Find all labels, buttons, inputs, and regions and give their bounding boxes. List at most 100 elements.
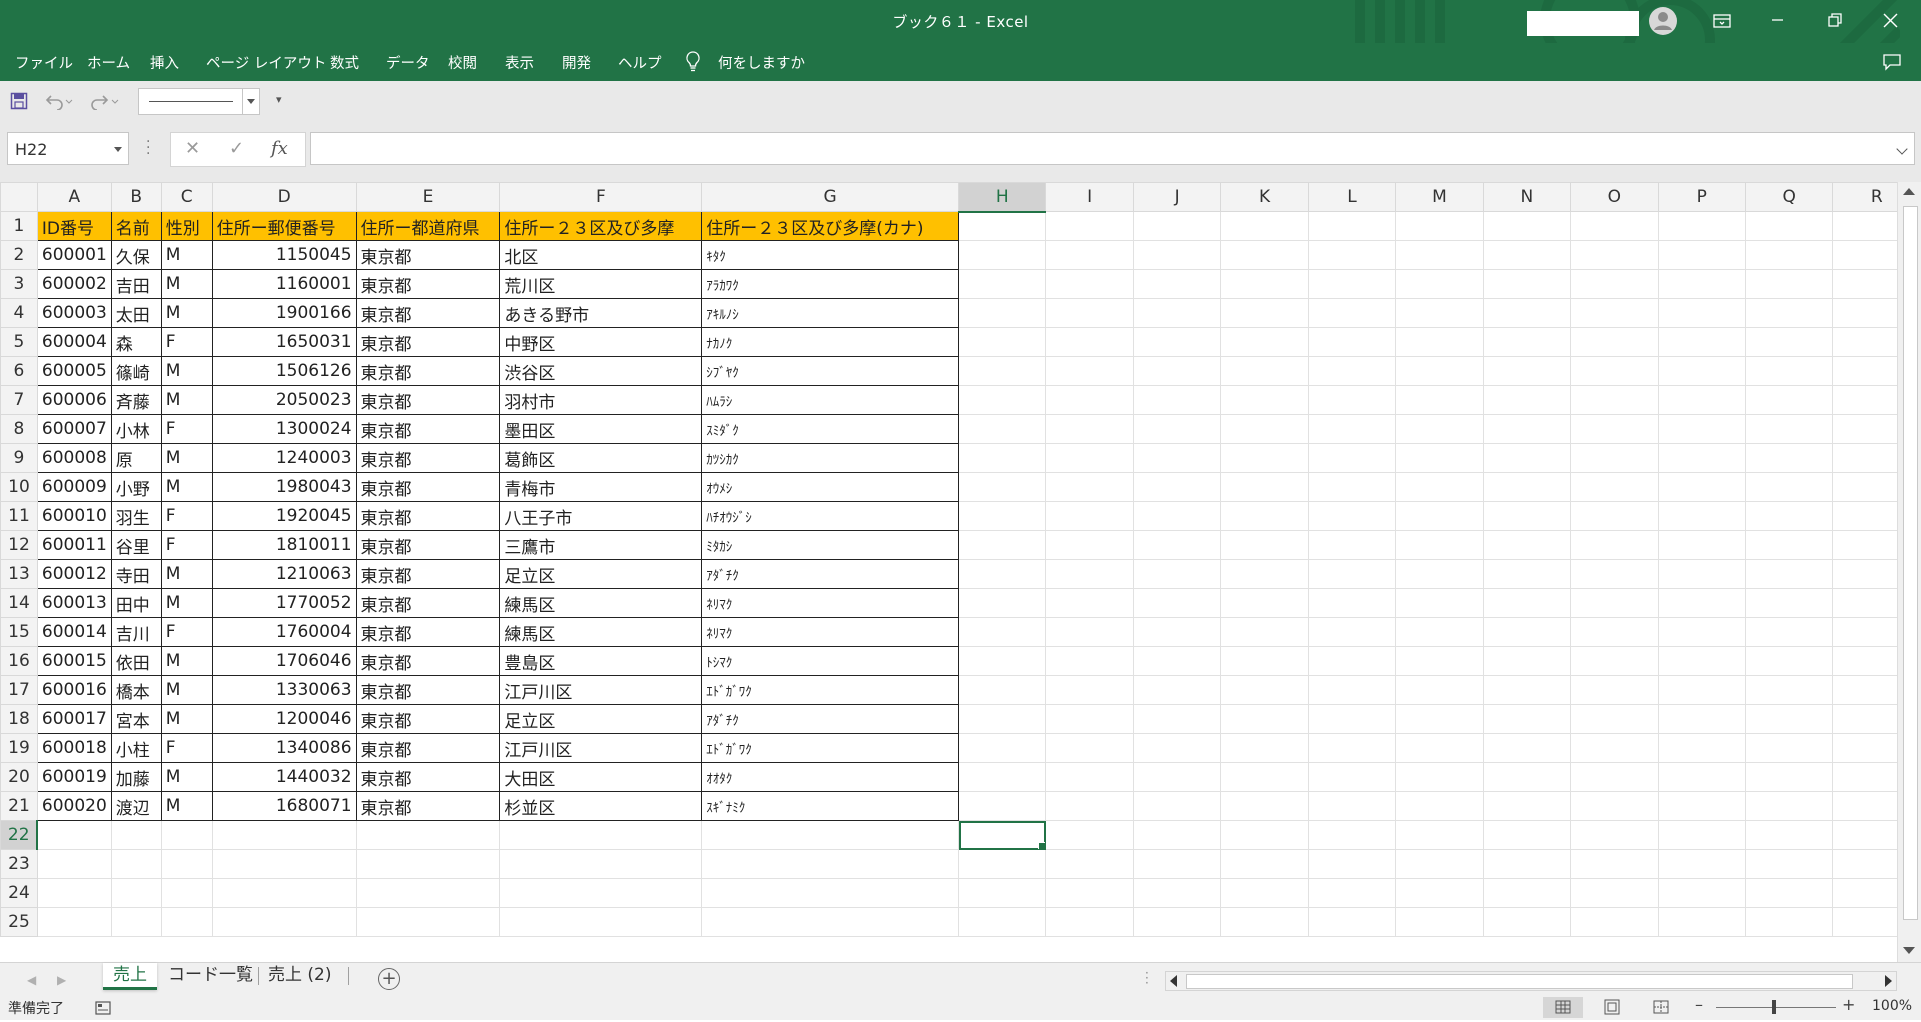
cell-e15[interactable]: 東京都 <box>355 617 501 647</box>
cell-p24[interactable] <box>1657 878 1746 908</box>
cell-g21[interactable]: ｽｷﾞﾅﾐｸ <box>701 791 960 821</box>
cell-f3[interactable]: 荒川区 <box>499 269 703 299</box>
cell-h21[interactable] <box>958 791 1047 821</box>
cell-j16[interactable] <box>1132 646 1222 676</box>
cell-c19[interactable]: F <box>160 733 213 763</box>
cell-j22[interactable] <box>1132 820 1222 850</box>
cell-a7[interactable]: 600006 <box>36 385 112 415</box>
cell-q5[interactable] <box>1744 327 1834 357</box>
cell-i8[interactable] <box>1045 414 1134 444</box>
cell-h12[interactable] <box>958 530 1047 560</box>
cell-q13[interactable] <box>1744 559 1834 589</box>
cell-h14[interactable] <box>958 588 1047 618</box>
cell-c17[interactable]: M <box>160 675 213 705</box>
cell-j14[interactable] <box>1132 588 1222 618</box>
minimize-button[interactable] <box>1755 0 1801 43</box>
cell-i17[interactable] <box>1045 675 1134 705</box>
cell-f2[interactable]: 北区 <box>499 240 703 270</box>
cell-e3[interactable]: 東京都 <box>355 269 501 299</box>
cell-g22[interactable] <box>701 820 960 850</box>
cell-k22[interactable] <box>1220 820 1309 850</box>
cell-i13[interactable] <box>1045 559 1134 589</box>
row-header[interactable]: 1 <box>0 211 38 241</box>
cell-h15[interactable] <box>958 617 1047 647</box>
cell-i23[interactable] <box>1045 849 1134 879</box>
cell-q15[interactable] <box>1744 617 1834 647</box>
cell-e4[interactable]: 東京都 <box>355 298 501 328</box>
cell-n7[interactable] <box>1482 385 1572 415</box>
cell-k11[interactable] <box>1220 501 1309 531</box>
cell-f18[interactable]: 足立区 <box>499 704 703 734</box>
cell-d22[interactable] <box>211 820 357 850</box>
cell-e24[interactable] <box>355 878 501 908</box>
cell-c8[interactable]: F <box>160 414 213 444</box>
cell-m5[interactable] <box>1395 327 1484 357</box>
cell-p19[interactable] <box>1657 733 1746 763</box>
cell-i24[interactable] <box>1045 878 1134 908</box>
cell-b18[interactable]: 宮本 <box>110 704 162 734</box>
cell-b23[interactable] <box>110 849 162 879</box>
row-header[interactable]: 15 <box>0 617 38 647</box>
cell-h13[interactable] <box>958 559 1047 589</box>
cell-i2[interactable] <box>1045 240 1134 270</box>
cell-l9[interactable] <box>1307 443 1397 473</box>
cell-p14[interactable] <box>1657 588 1746 618</box>
tab-help[interactable]: ヘルプ <box>618 52 662 73</box>
cell-m22[interactable] <box>1395 820 1484 850</box>
row-header[interactable]: 8 <box>0 414 38 444</box>
cell-m25[interactable] <box>1395 907 1484 937</box>
cell-o16[interactable] <box>1570 646 1659 676</box>
cell-p8[interactable] <box>1657 414 1746 444</box>
cell-e14[interactable]: 東京都 <box>355 588 501 618</box>
cell-i15[interactable] <box>1045 617 1134 647</box>
cell-n16[interactable] <box>1482 646 1572 676</box>
cell-a24[interactable] <box>36 878 112 908</box>
cell-l6[interactable] <box>1307 356 1397 386</box>
cell-p20[interactable] <box>1657 762 1746 792</box>
cell-d6[interactable]: 1506126 <box>211 356 357 386</box>
row-header[interactable]: 6 <box>0 356 38 386</box>
row-header[interactable]: 9 <box>0 443 38 473</box>
cell-m2[interactable] <box>1395 240 1484 270</box>
cell-n22[interactable] <box>1482 820 1572 850</box>
row-header[interactable]: 16 <box>0 646 38 676</box>
cell-j6[interactable] <box>1132 356 1222 386</box>
cell-e12[interactable]: 東京都 <box>355 530 501 560</box>
cell-f21[interactable]: 杉並区 <box>499 791 703 821</box>
cell-g13[interactable]: ｱﾀﾞﾁｸ <box>701 559 960 589</box>
cell-b1[interactable]: 名前 <box>110 211 162 241</box>
zoom-slider[interactable] <box>1716 1007 1836 1008</box>
cell-h7[interactable] <box>958 385 1047 415</box>
cell-d2[interactable]: 1150045 <box>211 240 357 270</box>
cell-q8[interactable] <box>1744 414 1834 444</box>
column-header-d[interactable]: D <box>211 182 357 212</box>
cell-c7[interactable]: M <box>160 385 213 415</box>
cell-b25[interactable] <box>110 907 162 937</box>
column-header-k[interactable]: K <box>1220 182 1309 212</box>
cell-j3[interactable] <box>1132 269 1222 299</box>
cell-p13[interactable] <box>1657 559 1746 589</box>
fx-icon[interactable]: fx <box>271 138 288 159</box>
cell-i10[interactable] <box>1045 472 1134 502</box>
horizontal-scrollbar[interactable] <box>1165 971 1897 991</box>
cell-o11[interactable] <box>1570 501 1659 531</box>
cell-b2[interactable]: 久保 <box>110 240 162 270</box>
zoom-out-button[interactable]: – <box>1695 995 1703 1014</box>
cell-i11[interactable] <box>1045 501 1134 531</box>
cell-g6[interactable]: ｼﾌﾞﾔｸ <box>701 356 960 386</box>
cell-p15[interactable] <box>1657 617 1746 647</box>
cell-f5[interactable]: 中野区 <box>499 327 703 357</box>
cell-o2[interactable] <box>1570 240 1659 270</box>
cell-q11[interactable] <box>1744 501 1834 531</box>
cell-d12[interactable]: 1810011 <box>211 530 357 560</box>
tab-data[interactable]: データ <box>386 52 430 73</box>
cell-n23[interactable] <box>1482 849 1572 879</box>
cell-m16[interactable] <box>1395 646 1484 676</box>
cell-m11[interactable] <box>1395 501 1484 531</box>
cancel-icon[interactable]: ✕ <box>185 138 200 159</box>
cell-n13[interactable] <box>1482 559 1572 589</box>
cell-l19[interactable] <box>1307 733 1397 763</box>
cell-h20[interactable] <box>958 762 1047 792</box>
cell-i22[interactable] <box>1045 820 1134 850</box>
cell-h9[interactable] <box>958 443 1047 473</box>
